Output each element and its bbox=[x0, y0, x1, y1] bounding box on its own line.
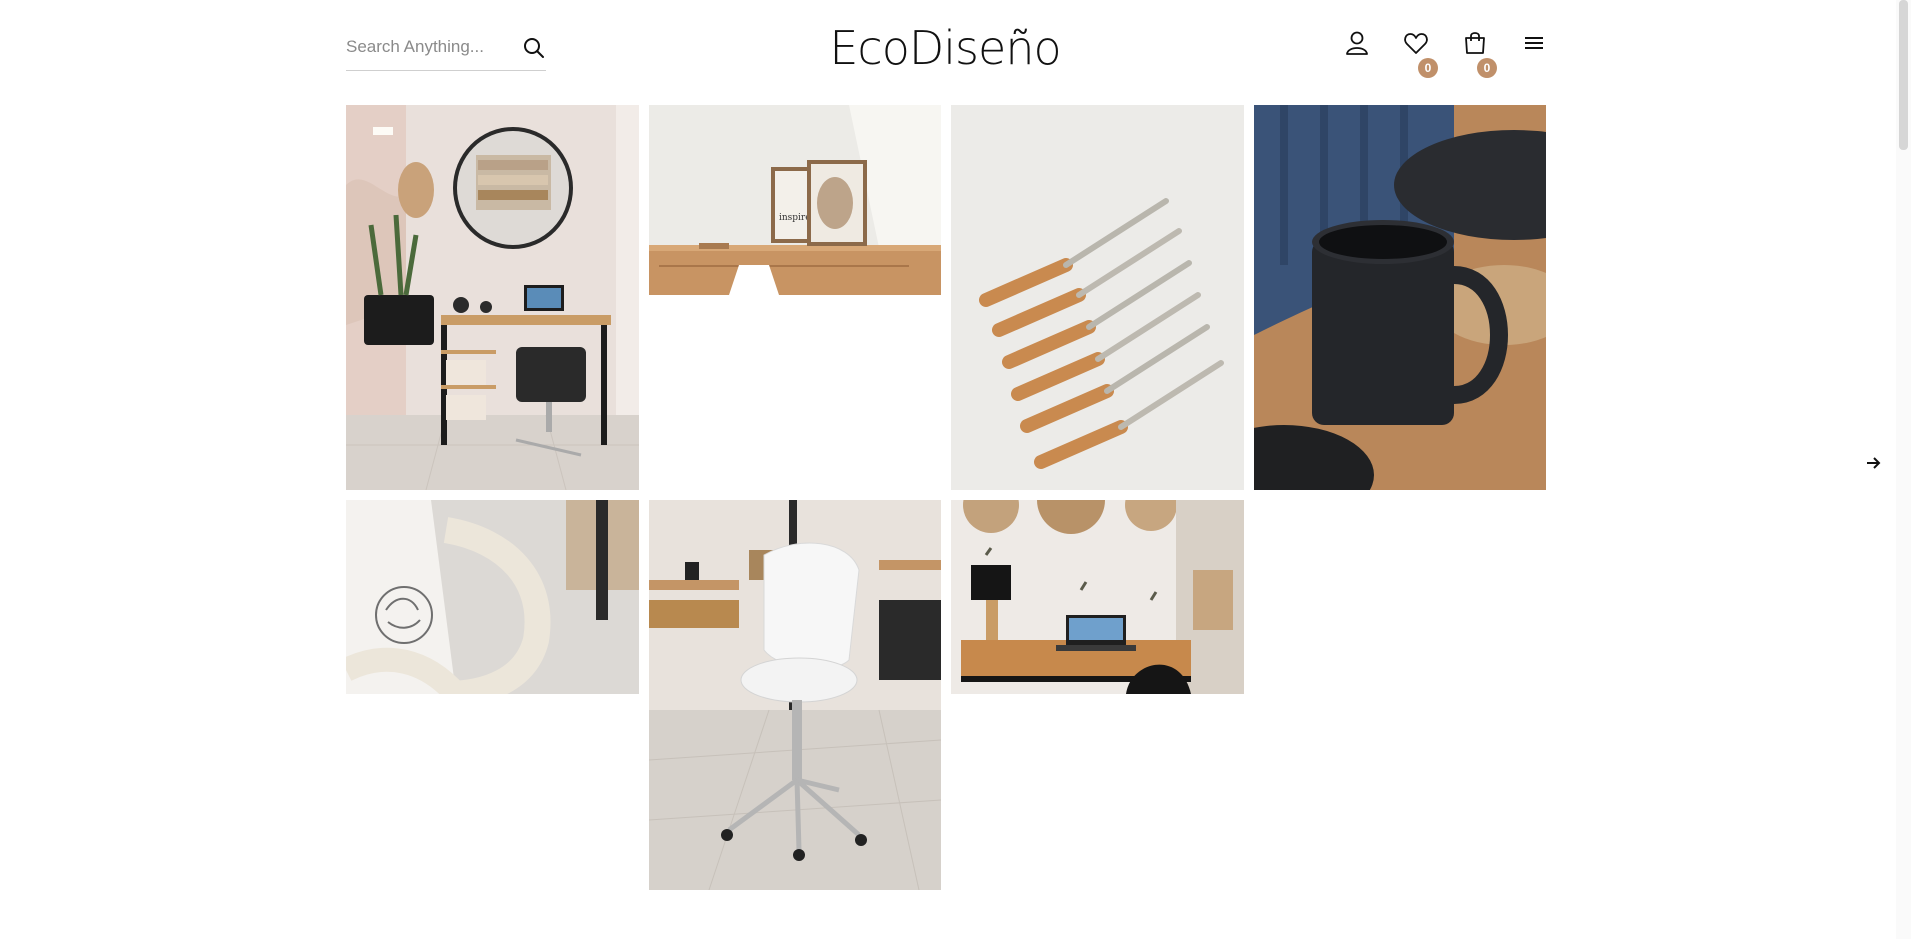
search-input[interactable] bbox=[346, 32, 506, 62]
site-header: EcoDiseño 0 0 bbox=[0, 0, 1911, 100]
menu-icon[interactable] bbox=[1520, 29, 1548, 57]
bag-icon[interactable] bbox=[1461, 29, 1489, 57]
desk-laptop-photo[interactable] bbox=[951, 500, 1244, 694]
cart-count-badge: 0 bbox=[1477, 58, 1497, 78]
mug-photo[interactable] bbox=[1254, 105, 1546, 490]
desk-room-photo[interactable] bbox=[346, 105, 639, 490]
framed-prints-photo[interactable]: inspire bbox=[649, 105, 941, 295]
wishlist-count-badge: 0 bbox=[1418, 58, 1438, 78]
svg-text:inspire: inspire bbox=[779, 213, 811, 223]
knives-photo[interactable] bbox=[951, 105, 1244, 490]
site-logo[interactable]: EcoDiseño bbox=[820, 18, 1070, 78]
arrow-right-icon[interactable] bbox=[1862, 452, 1884, 474]
scrollbar-thumb[interactable] bbox=[1899, 0, 1908, 150]
white-chair-photo[interactable] bbox=[649, 500, 941, 890]
heart-icon[interactable] bbox=[1402, 29, 1430, 57]
basket-card-photo[interactable] bbox=[346, 500, 639, 694]
search-bar bbox=[346, 32, 546, 71]
search-icon[interactable] bbox=[522, 36, 546, 60]
user-icon[interactable] bbox=[1343, 29, 1371, 57]
